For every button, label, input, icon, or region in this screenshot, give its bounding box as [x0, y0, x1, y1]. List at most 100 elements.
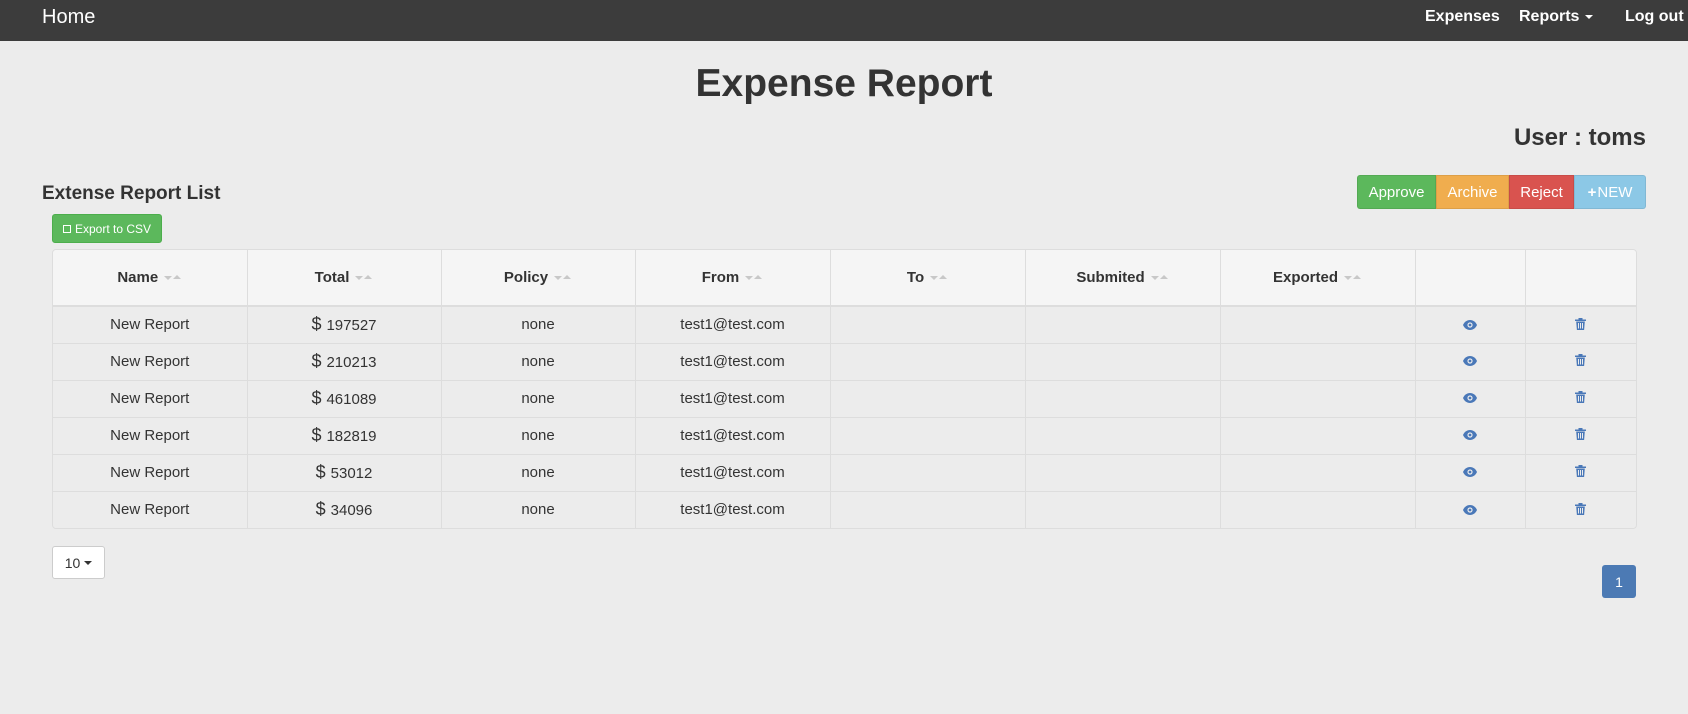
- column-header-submited[interactable]: Submited: [1025, 250, 1221, 307]
- sort-icon: [930, 274, 948, 282]
- cell-view: [1415, 380, 1526, 418]
- cell-total: $34096: [247, 491, 442, 528]
- list-title: Extense Report List: [42, 183, 221, 204]
- trash-icon[interactable]: [1575, 464, 1587, 481]
- reject-button[interactable]: Reject: [1509, 175, 1574, 209]
- cell-from: test1@test.com: [635, 380, 831, 418]
- table-row[interactable]: New Report $461089 none test1@test.com: [53, 380, 1636, 418]
- table-row[interactable]: New Report $197527 none test1@test.com: [53, 306, 1636, 344]
- caret-down-icon: [1585, 14, 1594, 19]
- eye-icon[interactable]: [1463, 427, 1477, 444]
- cell-total: $197527: [247, 306, 442, 344]
- sort-icon: [164, 274, 182, 282]
- cell-delete: [1525, 417, 1636, 455]
- column-header-from[interactable]: From: [635, 250, 831, 307]
- column-header-name[interactable]: Name: [53, 250, 248, 307]
- column-header-label: Policy: [503, 269, 549, 286]
- eye-icon[interactable]: [1463, 390, 1477, 407]
- column-header-label: To: [906, 269, 925, 286]
- column-header-exported[interactable]: Exported: [1220, 250, 1416, 307]
- cell-total: $210213: [247, 343, 442, 381]
- table-body: New Report $197527 none test1@test.com New R…: [53, 306, 1636, 528]
- trash-icon[interactable]: [1575, 353, 1587, 370]
- cell-policy: none: [441, 491, 636, 528]
- sort-icon: [355, 274, 373, 282]
- cell-total: $182819: [247, 417, 442, 455]
- report-table-container: Name Total Policy From To Submited Expor…: [52, 249, 1637, 529]
- cell-exported: [1220, 380, 1416, 418]
- column-header-view: [1415, 250, 1526, 307]
- cell-from: test1@test.com: [635, 343, 831, 381]
- trash-icon[interactable]: [1575, 427, 1587, 444]
- cell-from: test1@test.com: [635, 417, 831, 455]
- cell-submited: [1025, 491, 1221, 528]
- cell-policy: none: [441, 343, 636, 381]
- cell-name: New Report: [53, 417, 248, 455]
- column-header-label: Submited: [1076, 269, 1145, 286]
- cell-view: [1415, 417, 1526, 455]
- nav-expenses-link[interactable]: Expenses: [1425, 8, 1500, 26]
- trash-icon[interactable]: [1575, 390, 1587, 407]
- table-row[interactable]: New Report $210213 none test1@test.com: [53, 343, 1636, 381]
- archive-button[interactable]: Archive: [1436, 175, 1509, 209]
- total-value: 34096: [330, 502, 373, 520]
- plus-icon: +: [1587, 183, 1597, 201]
- column-header-label: Exported: [1272, 269, 1338, 286]
- cell-to: [830, 380, 1026, 418]
- nav-logout-link[interactable]: Log out: [1625, 8, 1684, 26]
- nav-reports-dropdown[interactable]: Reports: [1519, 8, 1594, 26]
- column-header-policy[interactable]: Policy: [441, 250, 636, 307]
- trash-icon[interactable]: [1575, 317, 1587, 334]
- table-row[interactable]: New Report $53012 none test1@test.com: [53, 454, 1636, 492]
- report-table: Name Total Policy From To Submited Expor…: [53, 250, 1636, 528]
- eye-icon[interactable]: [1463, 353, 1477, 370]
- cell-name: New Report: [53, 306, 248, 344]
- page-size-dropdown[interactable]: 10: [52, 546, 105, 579]
- cell-view: [1415, 491, 1526, 528]
- cell-submited: [1025, 343, 1221, 381]
- new-report-button[interactable]: + NEW: [1574, 175, 1646, 209]
- cell-name: New Report: [53, 454, 248, 492]
- cell-total: $53012: [247, 454, 442, 492]
- total-value: 461089: [326, 391, 377, 408]
- total-value: 182819: [326, 428, 377, 445]
- column-header-label: Total: [314, 269, 350, 286]
- top-navbar: Home Expenses Reports Log out: [0, 0, 1688, 41]
- cell-to: [830, 454, 1026, 492]
- cell-from: test1@test.com: [635, 306, 831, 344]
- table-row[interactable]: New Report $34096 none test1@test.com: [53, 491, 1636, 528]
- column-header-total[interactable]: Total: [247, 250, 442, 307]
- cell-delete: [1525, 306, 1636, 344]
- cell-policy: none: [441, 380, 636, 418]
- nav-home-link[interactable]: Home: [42, 6, 95, 29]
- cell-name: New Report: [53, 491, 248, 528]
- currency-symbol: $: [315, 462, 326, 482]
- eye-icon[interactable]: [1463, 317, 1477, 334]
- approve-button[interactable]: Approve: [1357, 175, 1436, 209]
- sort-icon: [745, 274, 763, 282]
- cell-from: test1@test.com: [635, 454, 831, 492]
- cell-name: New Report: [53, 380, 248, 418]
- eye-icon[interactable]: [1463, 464, 1477, 481]
- trash-icon[interactable]: [1575, 502, 1587, 519]
- column-header-delete: [1525, 250, 1636, 307]
- cell-exported: [1220, 454, 1416, 492]
- cell-delete: [1525, 343, 1636, 381]
- export-icon: [62, 224, 71, 233]
- cell-to: [830, 417, 1026, 455]
- cell-view: [1415, 306, 1526, 344]
- cell-submited: [1025, 380, 1221, 418]
- pagination-page-button[interactable]: 1: [1602, 565, 1636, 598]
- page-title: Expense Report: [695, 62, 993, 105]
- cell-submited: [1025, 417, 1221, 455]
- export-csv-label: Export to CSV: [74, 221, 152, 236]
- total-value: 53012: [330, 465, 373, 482]
- nav-reports-label: Reports: [1519, 8, 1580, 25]
- eye-icon[interactable]: [1463, 502, 1477, 519]
- export-csv-button[interactable]: Export to CSV: [52, 214, 162, 243]
- table-row[interactable]: New Report $182819 none test1@test.com: [53, 417, 1636, 455]
- cell-exported: [1220, 306, 1416, 344]
- sort-icon: [554, 274, 572, 282]
- cell-exported: [1220, 343, 1416, 381]
- column-header-to[interactable]: To: [830, 250, 1026, 307]
